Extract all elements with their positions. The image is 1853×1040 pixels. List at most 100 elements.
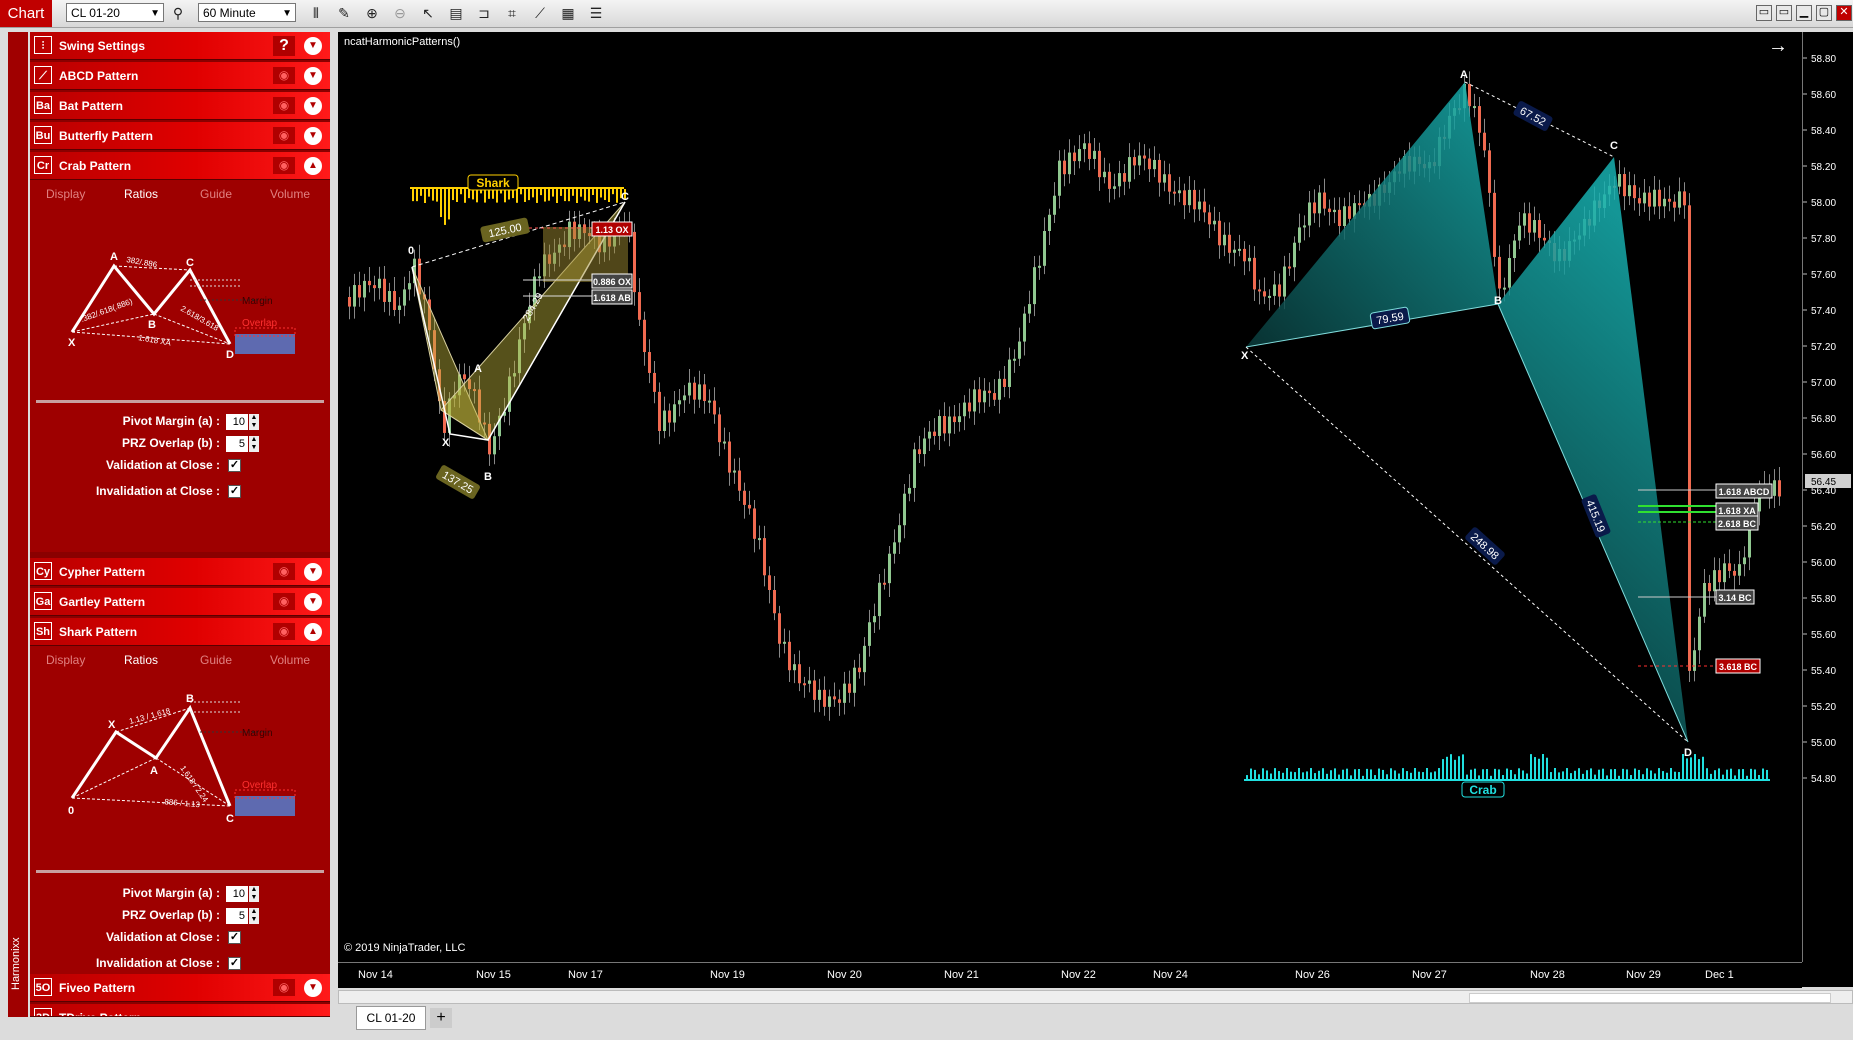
validation-checkbox[interactable]: ✓	[228, 459, 241, 472]
scrollbar-thumb[interactable]	[1469, 993, 1831, 1003]
tab-volume[interactable]: Volume	[270, 187, 310, 201]
invalidation-checkbox[interactable]: ✓	[228, 957, 241, 970]
candle-body	[1658, 189, 1661, 207]
spinner-arrows-icon[interactable]: ▲ ▼	[249, 414, 259, 430]
panel-header-swing-settings[interactable]: ⫶ Swing Settings ? ▼	[30, 32, 330, 60]
eye-icon[interactable]: ◉	[273, 127, 295, 144]
chevron-down-icon[interactable]: ▼	[304, 563, 322, 581]
horizontal-scrollbar[interactable]	[338, 990, 1853, 1004]
maximize-icon[interactable]: ▢	[1816, 5, 1832, 21]
eye-icon[interactable]: ◉	[273, 563, 295, 580]
panel-header-bat[interactable]: Ba Bat Pattern ◉ ▼	[30, 92, 330, 120]
crab-point-x: X	[68, 337, 76, 349]
eye-icon[interactable]: ◉	[273, 623, 295, 640]
price-chart[interactable]: Shark 125.00 137.25 284.29 1.13 OX 0.886…	[338, 32, 1853, 987]
list-icon[interactable]: ☰	[586, 4, 606, 23]
close-icon[interactable]: ✕	[1836, 5, 1852, 21]
candle-body	[388, 291, 391, 302]
zoom-out-icon[interactable]: ⊖	[390, 4, 410, 23]
candle-body	[648, 352, 651, 373]
properties-icon[interactable]: ▤	[446, 4, 466, 23]
chart-canvas: Shark 125.00 137.25 284.29 1.13 OX 0.886…	[348, 35, 1788, 798]
spinner-arrows-icon[interactable]: ▲ ▼	[249, 886, 259, 902]
eye-icon[interactable]: ◉	[273, 67, 295, 84]
chevron-down-icon[interactable]: ▼	[304, 127, 322, 145]
validation-checkbox[interactable]: ✓	[228, 931, 241, 944]
price-tick-label: 55.40	[1811, 666, 1836, 677]
panel-header-tdrive[interactable]: 3D TDrive Pattern	[30, 1004, 330, 1017]
chart-tab[interactable]: Chart	[0, 0, 52, 27]
crab-volume-bar	[1498, 769, 1500, 779]
drawing-tools-icon[interactable]: ⊐	[474, 4, 494, 23]
candle-body	[1248, 257, 1251, 262]
eye-icon[interactable]: ◉	[273, 97, 295, 114]
spinner-arrows-icon[interactable]: ▲ ▼	[249, 436, 259, 452]
crab-volume-bar	[1390, 768, 1392, 779]
panel-header-cypher[interactable]: Cy Cypher Pattern ◉ ▼	[30, 558, 330, 586]
candle-body	[743, 490, 746, 505]
interval-selector[interactable]: 60 Minute ▼	[198, 3, 296, 22]
chevron-down-icon[interactable]: ▼	[304, 97, 322, 115]
shark-tabs: Display Ratios Guide Volume	[30, 646, 330, 674]
invalidation-checkbox[interactable]: ✓	[228, 485, 241, 498]
panel-header-shark[interactable]: Sh Shark Pattern ◉ ▲	[30, 618, 330, 646]
spinner-arrows-icon[interactable]: ▲ ▼	[249, 908, 259, 924]
chevron-down-icon[interactable]: ▼	[304, 67, 322, 85]
add-tab-icon[interactable]: +	[430, 1008, 452, 1028]
eye-icon[interactable]: ◉	[273, 157, 295, 174]
time-axis[interactable]: Nov 14 Nov 15 Nov 17 Nov 19 Nov 20 Nov 2…	[338, 962, 1802, 988]
chevron-up-icon[interactable]: ▲	[304, 157, 322, 175]
candle-body	[1223, 234, 1226, 246]
crosshair-icon[interactable]: ⌗	[502, 4, 522, 23]
candle-body	[1238, 248, 1241, 251]
panel-header-abcd[interactable]: ⟋ ABCD Pattern ◉ ▼	[30, 62, 330, 90]
candle-body	[1278, 284, 1281, 297]
panel-header-fiveo[interactable]: 5O Fiveo Pattern ◉ ▼	[30, 974, 330, 1002]
minimize-icon[interactable]: ▁	[1796, 5, 1812, 21]
pivot-margin-input[interactable]: 10	[226, 886, 248, 902]
eye-icon[interactable]: ◉	[273, 593, 295, 610]
search-icon[interactable]: ⚲	[168, 4, 188, 23]
cursor-icon[interactable]: ↖	[418, 4, 438, 23]
tab-volume[interactable]: Volume	[270, 653, 310, 667]
panel-header-gartley[interactable]: Ga Gartley Pattern ◉ ▼	[30, 588, 330, 616]
tab-ratios[interactable]: Ratios	[124, 653, 158, 667]
panel-header-crab[interactable]: Cr Crab Pattern ◉ ▲	[30, 152, 330, 180]
shark-xb-ratio: 1.13 / 1.618	[128, 706, 172, 726]
eye-icon[interactable]: ◉	[273, 979, 295, 996]
strategy-icon[interactable]: ⟋	[530, 4, 550, 23]
candle-body	[768, 575, 771, 591]
prz-overlap-input[interactable]: 5	[226, 908, 248, 924]
tab-display[interactable]: Display	[46, 187, 85, 201]
pencil-icon[interactable]: ✎	[334, 4, 354, 23]
chevron-up-icon[interactable]: ▲	[304, 623, 322, 641]
chart-tab-cl-01-20[interactable]: CL 01-20	[356, 1006, 426, 1030]
candle-body	[718, 414, 721, 443]
panel-header-butterfly[interactable]: Bu Butterfly Pattern ◉ ▼	[30, 122, 330, 150]
chevron-down-icon[interactable]: ▼	[304, 37, 322, 55]
candle-body	[923, 438, 926, 455]
pivot-margin-input[interactable]: 10	[226, 414, 248, 430]
crab-volume-bar	[1274, 768, 1276, 779]
tab-ratios[interactable]: Ratios	[124, 187, 158, 201]
crab-volume-bar	[1426, 768, 1428, 779]
tab-guide[interactable]: Guide	[200, 187, 232, 201]
zoom-in-icon[interactable]: ⊕	[362, 4, 382, 23]
candle-body	[1498, 256, 1501, 289]
indicators-icon[interactable]: ▦	[558, 4, 578, 23]
arrow-right-icon[interactable]: →	[1768, 35, 1788, 57]
tab-display[interactable]: Display	[46, 653, 85, 667]
help-icon[interactable]: ?	[273, 36, 295, 56]
bar-type-icon[interactable]: ⫴	[306, 4, 326, 23]
chevron-down-icon[interactable]: ▼	[304, 979, 322, 997]
candle-body	[1528, 213, 1531, 233]
prz-overlap-input[interactable]: 5	[226, 436, 248, 452]
cascade-icon[interactable]: ▭	[1776, 5, 1792, 21]
tile-icon[interactable]: ▭	[1756, 5, 1772, 21]
date-tick: Nov 28	[1530, 969, 1565, 981]
crab-pattern-drawing: 79.59 67.52 248.98 415.19 1.618 ABCD 1.6…	[1241, 69, 1773, 798]
instrument-selector[interactable]: CL 01-20 ▼	[66, 3, 164, 22]
tab-guide[interactable]: Guide	[200, 653, 232, 667]
price-axis[interactable]: 58.80 58.60 58.40 58.20 58.00 57.80 57.60 57.40…	[1802, 32, 1853, 962]
chevron-down-icon[interactable]: ▼	[304, 593, 322, 611]
